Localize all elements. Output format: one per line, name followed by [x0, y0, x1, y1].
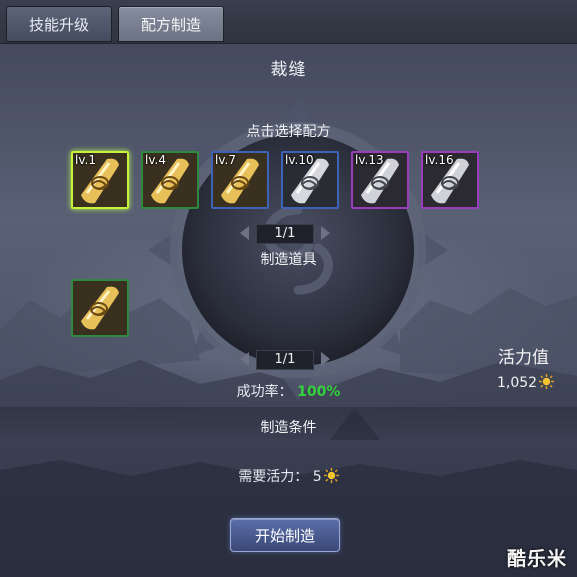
recipe-slot[interactable]: lv.1 — [71, 151, 129, 209]
crafting-panel: 技能升级 配方制造 裁缝 点击选择配方 lv.1 lv.4 lv.7 lv.10 lv — [0, 0, 577, 577]
recipe-slot[interactable]: lv.16 — [421, 151, 479, 209]
start-crafting-button[interactable]: 开始制造 — [230, 518, 340, 552]
vigor-requirement-sun-icon — [323, 468, 339, 483]
vigor-label: 活力值 — [498, 348, 549, 368]
recipe-level-label: lv.10 — [285, 153, 314, 167]
recipe-level-label: lv.4 — [145, 153, 166, 167]
tool-prev-arrow-icon[interactable] — [240, 352, 249, 366]
recipe-pager: 1/1 — [238, 224, 332, 244]
recipe-level-label: lv.16 — [425, 153, 454, 167]
success-rate: 成功率： 100% — [0, 381, 577, 401]
vigor-sun-icon — [539, 374, 555, 389]
recipe-page-indicator: 1/1 — [256, 224, 314, 244]
vigor-value: 1,052 — [497, 375, 538, 391]
recipe-slot[interactable]: lv.10 — [281, 151, 339, 209]
recipe-prev-arrow-icon[interactable] — [240, 226, 249, 240]
crafting-tool-slot[interactable] — [71, 279, 129, 337]
recipe-slot[interactable]: lv.4 — [141, 151, 199, 209]
scroll-icon — [73, 281, 127, 335]
tool-next-arrow-icon[interactable] — [321, 352, 330, 366]
recipe-section-label: 点击选择配方 — [246, 124, 331, 140]
tool-page-indicator: 1/1 — [256, 350, 314, 370]
tool-section-label: 制造道具 — [260, 252, 317, 268]
recipe-next-arrow-icon[interactable] — [321, 226, 330, 240]
recipe-slot[interactable]: lv.13 — [351, 151, 409, 209]
profession-title: 裁缝 — [270, 60, 307, 80]
vigor-amount: 1,052 — [497, 374, 555, 391]
vigor-requirement: 需要活力： 5 — [0, 466, 577, 486]
watermark-logo: 酷乐米 — [506, 548, 567, 570]
tool-pager: 1/1 — [238, 350, 332, 370]
recipe-level-label: lv.13 — [355, 153, 384, 167]
vigor-requirement-label: 需要活力： — [238, 469, 309, 485]
success-rate-label: 成功率： — [236, 384, 293, 400]
recipe-level-label: lv.1 — [75, 153, 96, 167]
vigor-requirement-value: 5 — [312, 469, 322, 485]
conditions-label: 制造条件 — [260, 420, 317, 436]
tab-skill-upgrade[interactable]: 技能升级 — [6, 6, 112, 42]
tab-bar: 技能升级 配方制造 — [0, 0, 577, 44]
recipe-level-label: lv.7 — [215, 153, 236, 167]
recipe-slot[interactable]: lv.7 — [211, 151, 269, 209]
success-rate-value: 100% — [297, 384, 341, 400]
tab-recipe-crafting[interactable]: 配方制造 — [118, 6, 224, 42]
